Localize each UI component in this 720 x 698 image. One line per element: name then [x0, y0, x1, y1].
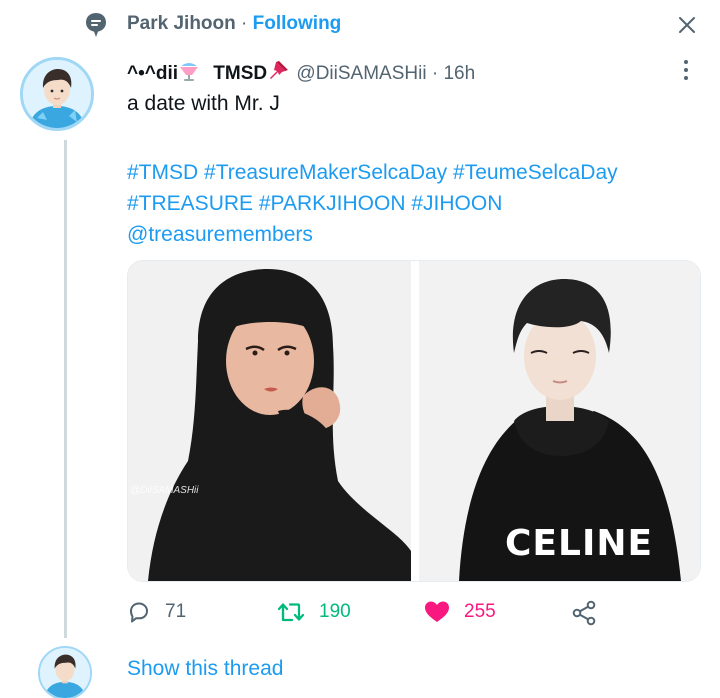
topic-bubble-icon — [86, 13, 106, 37]
photo-left-image — [128, 261, 411, 581]
parfait-emoji-icon — [180, 63, 199, 81]
tweet-text: a date with Mr. J — [127, 92, 280, 115]
hashtag-link[interactable]: #JIHOON — [411, 192, 502, 215]
author-handle[interactable]: @DiiSAMASHii — [296, 63, 426, 84]
photo-right[interactable]: CELINE — [419, 261, 700, 581]
close-icon[interactable] — [674, 12, 700, 38]
avatar-image — [23, 60, 91, 128]
hashtag-link[interactable]: #TreasureMakerSelcaDay — [204, 161, 447, 184]
more-vertical-icon[interactable] — [676, 58, 696, 82]
like-button[interactable]: 255 — [424, 600, 496, 624]
hashtag-link[interactable]: #TREASURE — [127, 192, 253, 215]
shirt-print-text: CELINE — [505, 523, 654, 564]
tweet-actions: 71 190 255 — [127, 596, 607, 636]
share-icon — [572, 600, 596, 626]
photo-watermark: @DiiSAMASHii — [130, 485, 199, 496]
reply-count: 71 — [165, 601, 187, 622]
author-avatar[interactable] — [20, 57, 94, 131]
avatar-image — [40, 648, 90, 698]
show-thread-link[interactable]: Show this thread — [127, 657, 283, 681]
tweet-header: ^•^dii TMSD @DiiSAMASHii · 16h — [127, 60, 475, 85]
like-count: 255 — [464, 601, 496, 622]
reply-icon — [130, 602, 148, 623]
tweet-media: @DiiSAMASHii CELINE — [127, 260, 701, 582]
hashtag-link[interactable]: #PARKJIHOON — [259, 192, 406, 215]
context-name-link[interactable]: Park Jihoon — [127, 13, 236, 34]
reply-button[interactable]: 71 — [127, 600, 186, 624]
following-label[interactable]: Following — [253, 13, 342, 34]
hashtag-link[interactable]: #TeumeSelcaDay — [453, 161, 618, 184]
retweet-icon — [277, 603, 305, 622]
tweet-hashtags: #TMSD #TreasureMakerSelcaDay #TeumeSelca… — [127, 157, 697, 250]
retweet-count: 190 — [319, 601, 351, 622]
social-context-row: Park Jihoon · Following — [0, 0, 720, 48]
tweet-timestamp[interactable]: 16h — [443, 63, 475, 84]
thread-author-avatar[interactable] — [38, 646, 92, 698]
retweet-button[interactable]: 190 — [277, 600, 351, 624]
author-display-name-tag[interactable]: TMSD — [213, 63, 267, 84]
pushpin-emoji-icon — [270, 61, 289, 79]
social-context-text: Park Jihoon · Following — [127, 13, 341, 35]
context-separator: · — [235, 13, 253, 34]
header-separator: · — [431, 63, 439, 84]
mention-link[interactable]: @treasuremembers — [127, 223, 313, 246]
hashtag-link[interactable]: #TMSD — [127, 161, 198, 184]
thread-connector-line — [64, 140, 67, 638]
heart-filled-icon — [425, 601, 449, 622]
share-button[interactable] — [571, 600, 597, 626]
author-display-name[interactable]: ^•^dii — [127, 63, 178, 84]
photo-left[interactable]: @DiiSAMASHii — [128, 261, 411, 581]
